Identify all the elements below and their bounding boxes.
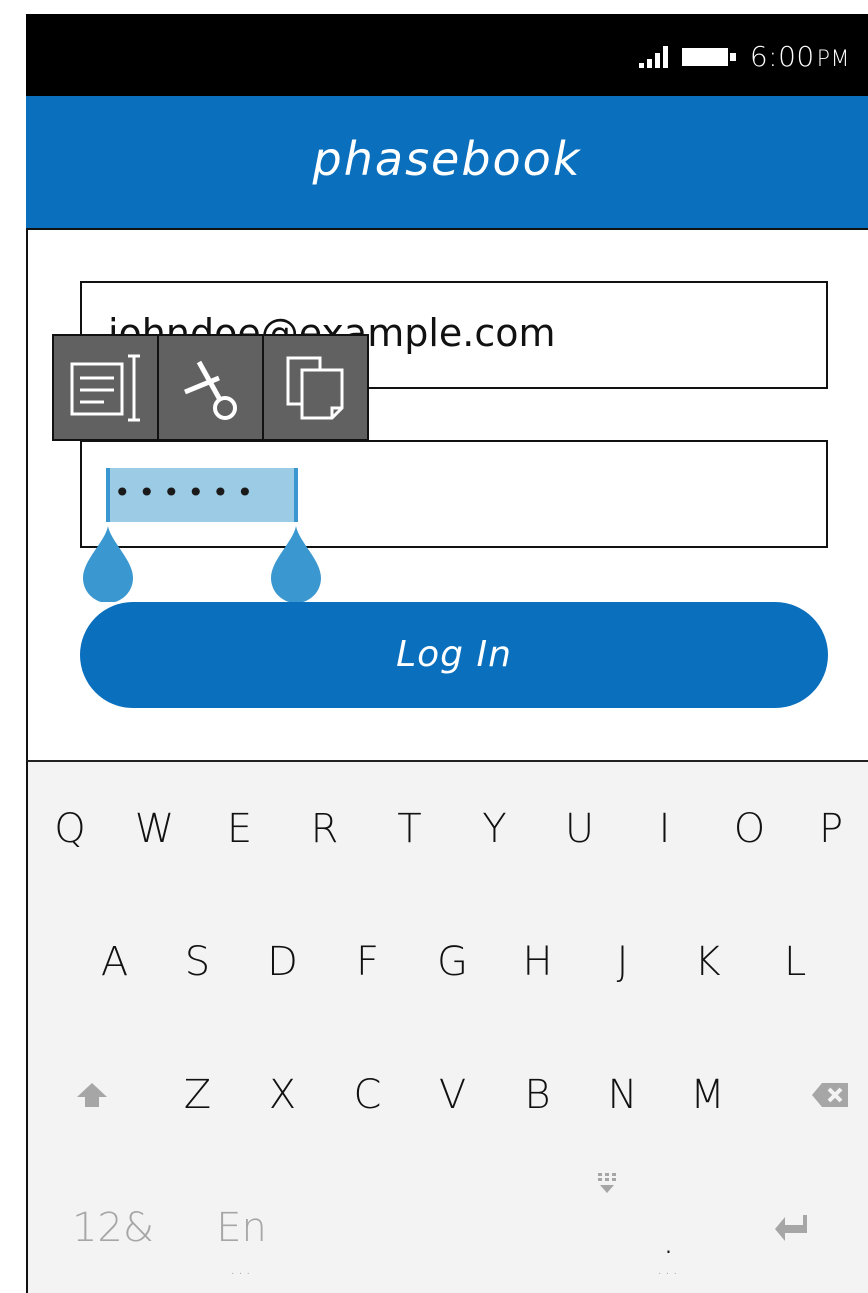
keyboard-row-3: Z X C V B N M [28, 1028, 868, 1163]
key-s[interactable]: S [155, 895, 242, 1030]
key-label: H [522, 938, 553, 985]
phone-screen: 6:00PM phasebook johndoe@example.com •••… [0, 0, 868, 1293]
key-label: W [134, 805, 175, 852]
status-bar: 6:00PM [26, 14, 868, 96]
text-context-menu [52, 334, 369, 441]
key-label: Z [183, 1071, 212, 1118]
key-label: G [437, 938, 468, 985]
key-e[interactable]: E [197, 762, 284, 897]
key-label: E [226, 805, 253, 852]
language-key[interactable]: En ... [198, 1161, 287, 1293]
key-label: V [438, 1071, 467, 1118]
key-label: K [694, 938, 721, 985]
key-n[interactable]: N [580, 1028, 667, 1163]
key-label: X [268, 1071, 297, 1118]
language-options-dots: ... [229, 1258, 254, 1279]
key-label: J [616, 938, 629, 985]
key-label: S [184, 938, 211, 985]
key-u[interactable]: U [537, 762, 624, 897]
backspace-key[interactable] [750, 1028, 868, 1163]
key-label: 12& [71, 1205, 155, 1251]
password-mask: •••••• [114, 476, 262, 509]
key-label: R [310, 805, 339, 852]
keyboard-row-2: A S D F G H J K L [28, 895, 868, 1030]
keyboard-row-4: 12& En ... . ... [28, 1161, 868, 1293]
key-l[interactable]: L [750, 895, 868, 1030]
key-label: N [607, 1071, 638, 1118]
keyboard-switch-icon [598, 1173, 616, 1193]
key-y[interactable]: Y [452, 762, 539, 897]
key-label: O [733, 805, 766, 852]
key-f[interactable]: F [325, 895, 412, 1030]
enter-arrow-icon [774, 1215, 807, 1241]
numbers-key[interactable]: 12& [28, 1161, 200, 1293]
key-label: . [662, 1217, 675, 1263]
status-indicators: 6:00PM [638, 40, 850, 73]
selection-start-edge [106, 468, 110, 522]
period-key[interactable]: . ... [626, 1161, 713, 1293]
cut-button[interactable] [157, 334, 264, 441]
enter-key[interactable] [711, 1161, 868, 1293]
punctuation-options-dots: ... [656, 1258, 681, 1279]
selection-end-edge [294, 468, 298, 522]
key-k[interactable]: K [665, 895, 752, 1030]
key-p[interactable]: P [792, 762, 868, 897]
key-label: T [397, 805, 422, 852]
key-label: A [100, 938, 129, 985]
key-label: C [353, 1071, 382, 1118]
app-bar: phasebook [26, 96, 868, 230]
key-z[interactable]: Z [155, 1028, 242, 1163]
selection-start-handle-icon[interactable] [81, 522, 135, 602]
key-label: B [524, 1071, 551, 1118]
key-a[interactable]: A [28, 895, 157, 1030]
key-r[interactable]: R [282, 762, 369, 897]
select-all-icon [70, 354, 140, 421]
shift-key[interactable] [28, 1028, 157, 1163]
key-label: L [784, 938, 807, 985]
signal-icon [638, 45, 668, 68]
key-v[interactable]: V [410, 1028, 497, 1163]
key-label: M [690, 1071, 725, 1118]
key-i[interactable]: I [622, 762, 709, 897]
key-o[interactable]: O [707, 762, 794, 897]
login-button[interactable]: Log In [80, 602, 828, 708]
selection-end-handle-icon[interactable] [269, 522, 323, 602]
clock-time: 6:00 [749, 40, 815, 73]
key-h[interactable]: H [495, 895, 582, 1030]
app-title: phasebook [312, 132, 582, 186]
clock: 6:00PM [750, 40, 850, 73]
key-j[interactable]: J [580, 895, 667, 1030]
keyboard-row-1: Q W E R T Y U I O P [28, 762, 868, 897]
copy-icon [286, 356, 343, 419]
key-label: En [216, 1205, 267, 1251]
scissors-icon [183, 360, 237, 420]
login-form: johndoe@example.com •••••• Log In [26, 230, 868, 760]
key-label: F [355, 938, 379, 985]
key-c[interactable]: C [325, 1028, 412, 1163]
key-q[interactable]: Q [28, 762, 114, 897]
key-label: Q [54, 805, 86, 852]
battery-icon [681, 47, 736, 66]
key-t[interactable]: T [367, 762, 454, 897]
key-g[interactable]: G [410, 895, 497, 1030]
key-label: D [267, 938, 298, 985]
key-label: U [564, 805, 595, 852]
key-b[interactable]: B [495, 1028, 582, 1163]
select-all-button[interactable] [52, 334, 159, 441]
key-label: P [818, 805, 844, 852]
copy-button[interactable] [262, 334, 369, 441]
clock-ampm: PM [816, 47, 850, 72]
key-label: I [658, 805, 671, 852]
key-w[interactable]: W [112, 762, 199, 897]
key-m[interactable]: M [665, 1028, 752, 1163]
key-d[interactable]: D [240, 895, 327, 1030]
shift-arrow-icon [76, 1082, 107, 1107]
keyboard: Q W E R T Y U I O P A S D F G H J K L Z [26, 760, 868, 1293]
space-key[interactable] [285, 1161, 628, 1293]
backspace-icon [812, 1082, 848, 1107]
key-x[interactable]: X [240, 1028, 327, 1163]
key-label: Y [482, 805, 507, 852]
